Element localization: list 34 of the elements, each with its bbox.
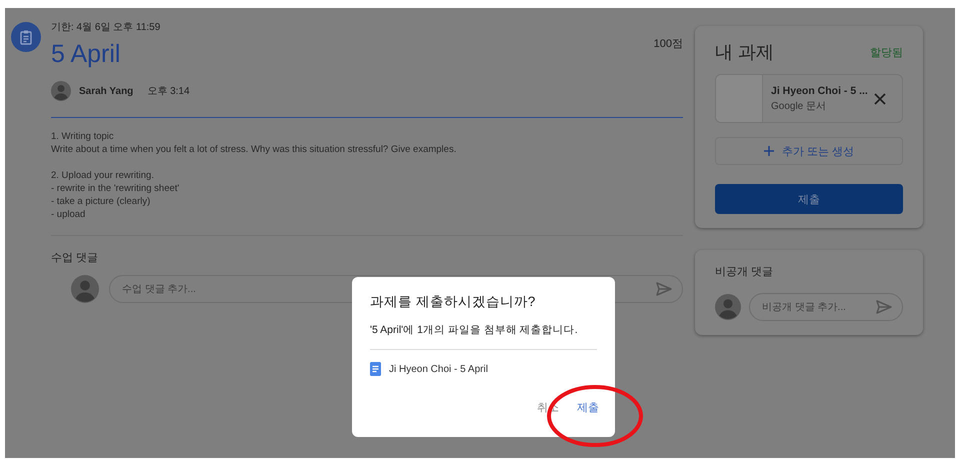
attachment-type: Google 문서 xyxy=(771,100,828,112)
card-title: 내 과제 xyxy=(715,41,774,64)
description-line: - rewrite in the 'rewriting sheet' xyxy=(51,182,180,195)
assignment-title: 5 April xyxy=(51,40,120,69)
post-time: 오후 3:14 xyxy=(147,85,190,98)
description-line: - take a picture (clearly) xyxy=(51,195,152,208)
status-label: 할당됨 xyxy=(870,46,903,60)
assignment-icon xyxy=(11,22,41,52)
dialog-title: 과제를 제출하시겠습니까? xyxy=(370,293,536,311)
points: 100점 xyxy=(654,37,683,51)
send-icon[interactable] xyxy=(656,282,672,296)
submit-button[interactable]: 제출 xyxy=(715,184,903,214)
due-date: 기한: 4월 6일 오후 11:59 xyxy=(51,21,162,34)
description-line: 1. Writing topic xyxy=(51,130,115,143)
dialog-message: '5 April'에 1개의 파일을 첨부해 제출합니다. xyxy=(370,323,579,337)
user-avatar xyxy=(71,275,99,303)
description-line: Write about a time when you felt a lot of stress. Why was this situation stressful? Give examples. xyxy=(51,143,458,156)
class-comments-title: 수업 댓글 xyxy=(51,251,100,265)
description-line: - upload xyxy=(51,208,86,221)
confirm-button[interactable]: 제출 xyxy=(571,396,605,419)
author-name: Sarah Yang xyxy=(79,86,134,96)
add-or-create-button[interactable]: 추가 또는 생성 xyxy=(715,137,903,165)
send-icon[interactable] xyxy=(876,300,892,314)
private-comment-field[interactable]: 비공개 댓글 추가... xyxy=(749,293,903,321)
author-avatar xyxy=(51,81,71,101)
card-title: 비공개 댓글 xyxy=(715,265,774,279)
attachment-name: Ji Hyeon Choi - 5 ... xyxy=(771,84,869,96)
user-avatar xyxy=(715,294,741,320)
document-icon xyxy=(370,362,381,376)
file-name: Ji Hyeon Choi - 5 April xyxy=(389,364,488,374)
attachment-card[interactable]: Ji Hyeon Choi - 5 ... Google 문서 xyxy=(715,74,903,123)
plus-icon xyxy=(764,146,774,156)
description-line: 2. Upload your rewriting. xyxy=(51,169,155,182)
close-icon[interactable] xyxy=(874,92,886,104)
